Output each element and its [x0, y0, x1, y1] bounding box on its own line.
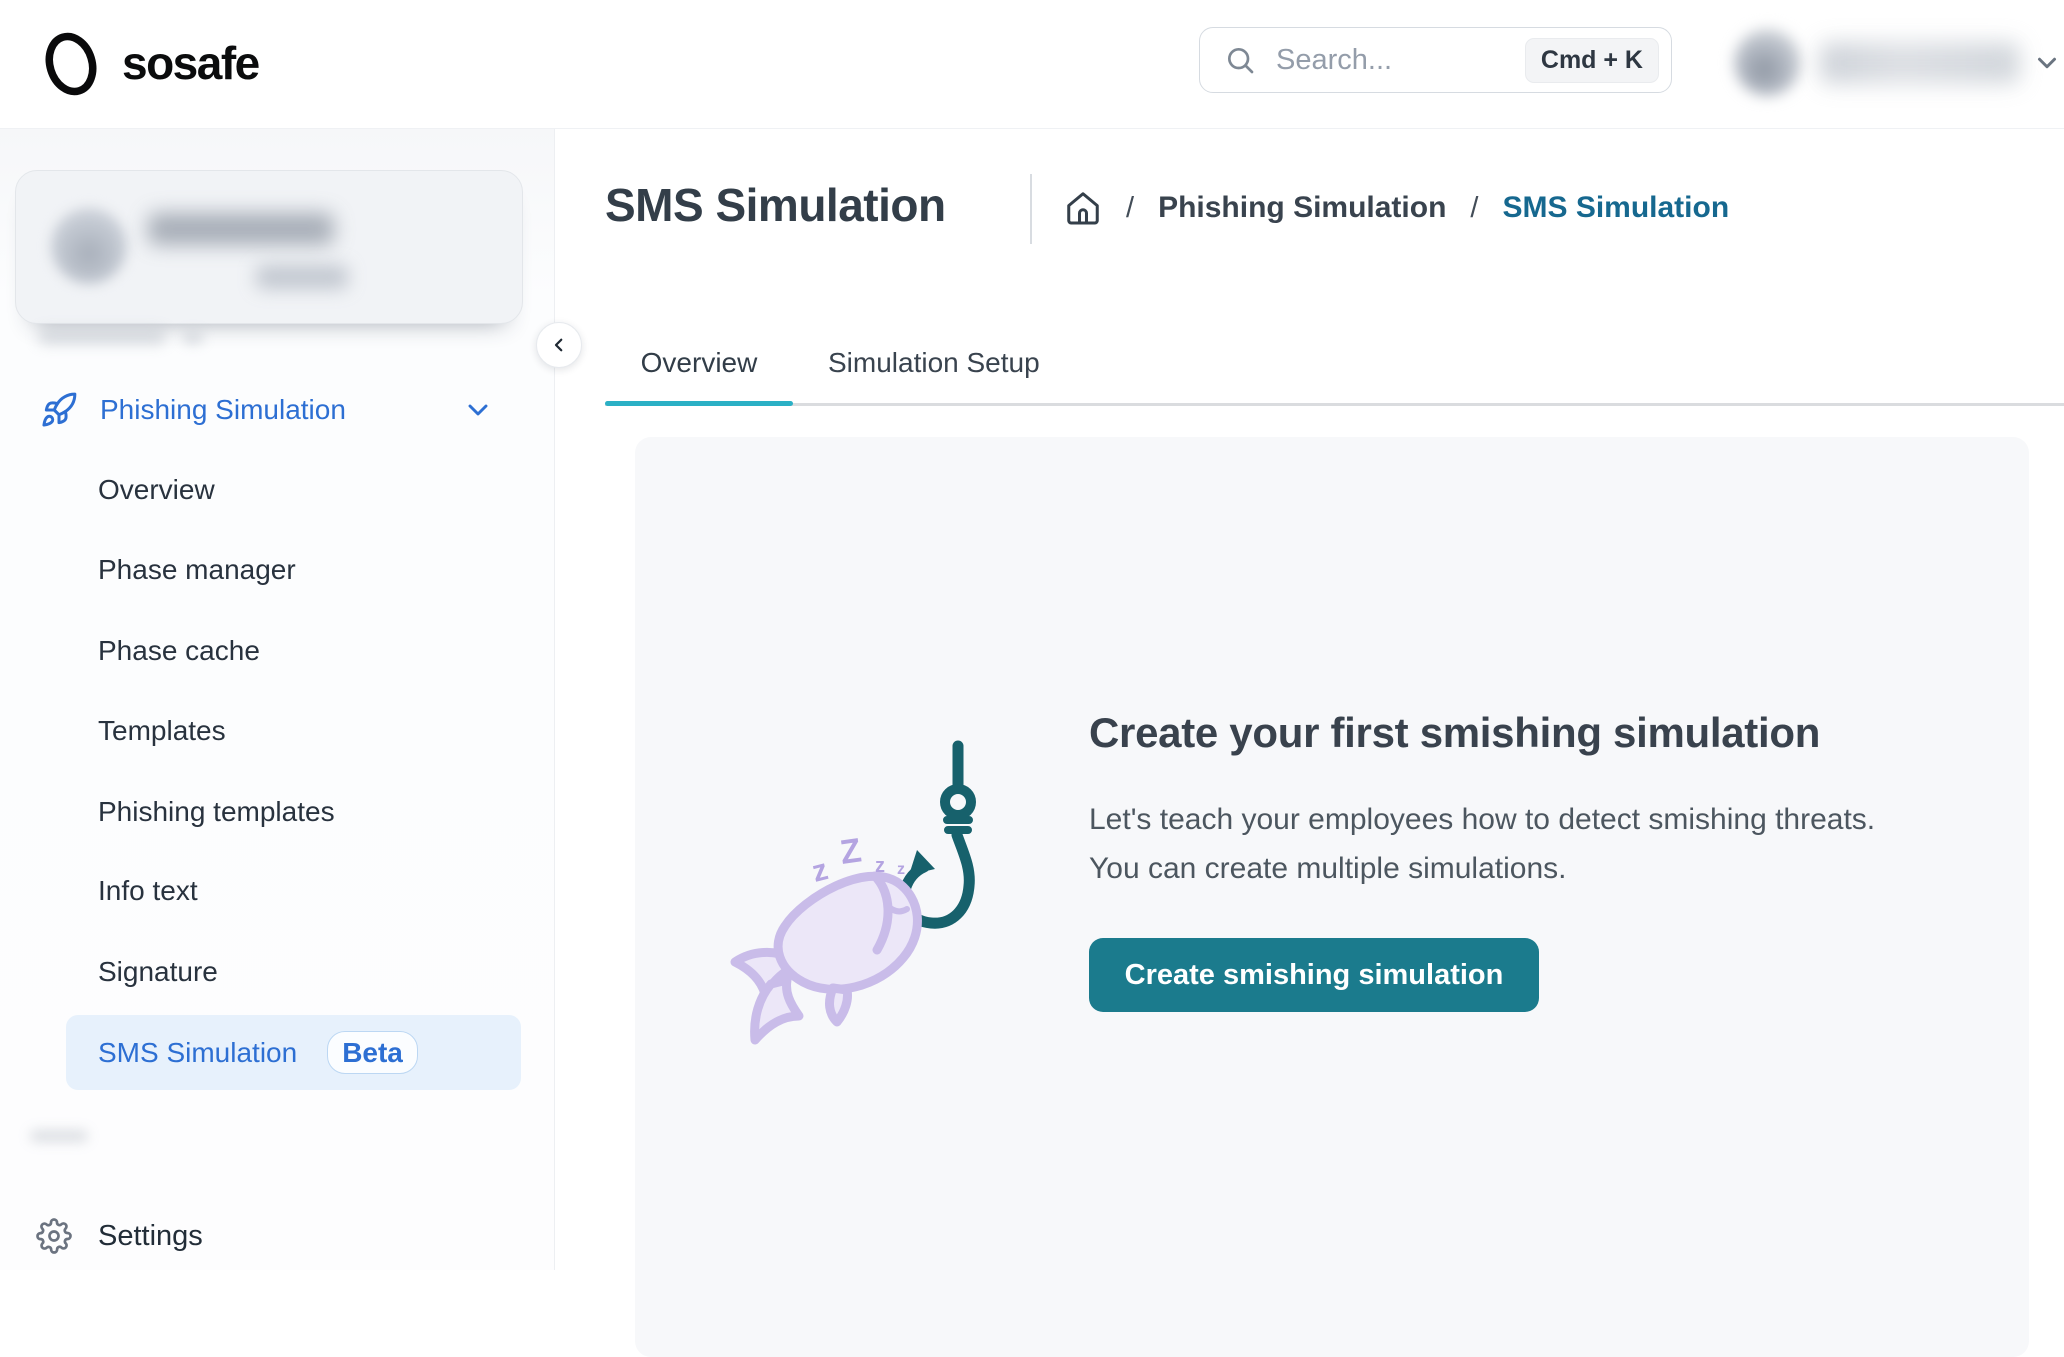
empty-state-heading: Create your first smishing simulation	[1089, 709, 1821, 756]
global-search[interactable]: Cmd + K	[1199, 27, 1672, 93]
sidebar-item-templates[interactable]: Templates	[66, 703, 521, 759]
sidebar-item-label: Phishing templates	[98, 796, 335, 827]
sidebar-item-label: Templates	[98, 715, 226, 746]
hook-barb	[909, 850, 935, 875]
sidebar-item-overview[interactable]: Overview	[66, 462, 521, 518]
breadcrumb: / Phishing Simulation / SMS Simulation	[1064, 184, 1729, 232]
sleep-z: Z	[838, 831, 864, 872]
breadcrumb-parent-link[interactable]: Phishing Simulation	[1158, 191, 1446, 225]
chevron-down-icon	[2032, 48, 2062, 78]
sleeping-fish-hook-illustration: z Z z z	[730, 740, 976, 1045]
workspace-name-redacted	[148, 213, 334, 245]
empty-state-card: z Z z z Create your first smishing simul…	[635, 437, 2029, 1357]
faded-item-redacted	[38, 330, 166, 344]
faded-item-redacted	[30, 1130, 88, 1142]
tab-simulation-setup[interactable]: Simulation Setup	[828, 347, 1040, 379]
active-tab-underline	[605, 401, 793, 406]
breadcrumb-current[interactable]: SMS Simulation	[1502, 191, 1729, 225]
sleep-z: z	[897, 861, 905, 878]
user-name-redacted	[1820, 42, 2020, 84]
description-line: Let's teach your employees how to detect…	[1089, 803, 1876, 836]
sleep-z: z	[875, 855, 885, 877]
sidebar-item-settings[interactable]: Settings	[0, 1206, 554, 1266]
sosafe-logo-icon	[45, 32, 97, 96]
create-smishing-simulation-button[interactable]: Create smishing simulation	[1089, 938, 1539, 1012]
sidebar: Phishing Simulation Overview Phase manag…	[0, 128, 555, 1270]
empty-state-description: Let's teach your employees how to detect…	[1089, 795, 1875, 893]
faded-item-redacted	[182, 332, 204, 344]
chevron-left-icon	[554, 338, 563, 352]
sidebar-item-label: Phase manager	[98, 554, 296, 585]
sidebar-item-phishing-templates[interactable]: Phishing templates	[66, 784, 521, 840]
avatar	[1734, 29, 1801, 96]
tab-track-line	[605, 403, 2064, 406]
rocket-icon	[40, 391, 78, 429]
beta-badge: Beta	[327, 1030, 418, 1075]
sidebar-item-info-text[interactable]: Info text	[66, 863, 521, 919]
brand-logo: sosafe	[30, 22, 260, 104]
breadcrumb-separator: /	[1470, 191, 1479, 224]
tab-overview[interactable]: Overview	[605, 347, 793, 379]
gear-icon	[36, 1218, 72, 1254]
chevron-down-icon[interactable]	[462, 394, 494, 426]
sidebar-collapse-button[interactable]	[536, 322, 582, 368]
workspace-avatar	[51, 208, 127, 284]
sidebar-item-label: Settings	[98, 1219, 203, 1252]
search-input[interactable]	[1274, 42, 1525, 78]
sidebar-item-signature[interactable]: Signature	[66, 944, 521, 1000]
user-menu[interactable]	[1726, 20, 2056, 106]
workspace-card[interactable]	[15, 170, 523, 324]
sidebar-item-phase-cache[interactable]: Phase cache	[66, 623, 521, 679]
sleep-z: z	[809, 853, 832, 889]
sidebar-item-label: Info text	[98, 875, 198, 906]
sidebar-item-label: Signature	[98, 956, 218, 987]
sidebar-item-label: Phase cache	[98, 635, 260, 666]
sidebar-section-phishing-simulation[interactable]: Phishing Simulation	[0, 378, 554, 442]
sidebar-item-phase-manager[interactable]: Phase manager	[66, 542, 521, 598]
sidebar-item-label: SMS Simulation	[98, 1036, 298, 1068]
sidebar-section-label: Phishing Simulation	[100, 394, 346, 425]
title-divider	[1030, 174, 1032, 244]
app-header: sosafe Cmd + K	[0, 0, 2064, 129]
search-icon	[1224, 44, 1256, 76]
sidebar-item-sms-simulation[interactable]: SMS Simulation Beta	[66, 1015, 521, 1090]
breadcrumb-separator: /	[1126, 191, 1135, 224]
sidebar-item-label: Overview	[98, 474, 215, 505]
search-shortcut-badge: Cmd + K	[1524, 37, 1659, 83]
workspace-subtitle-redacted	[256, 265, 348, 289]
brand-logo-text: sosafe	[122, 37, 260, 89]
home-icon[interactable]	[1064, 189, 1102, 227]
description-line: You can create multiple simulations.	[1089, 852, 1567, 885]
page-title: SMS Simulation	[605, 179, 946, 231]
